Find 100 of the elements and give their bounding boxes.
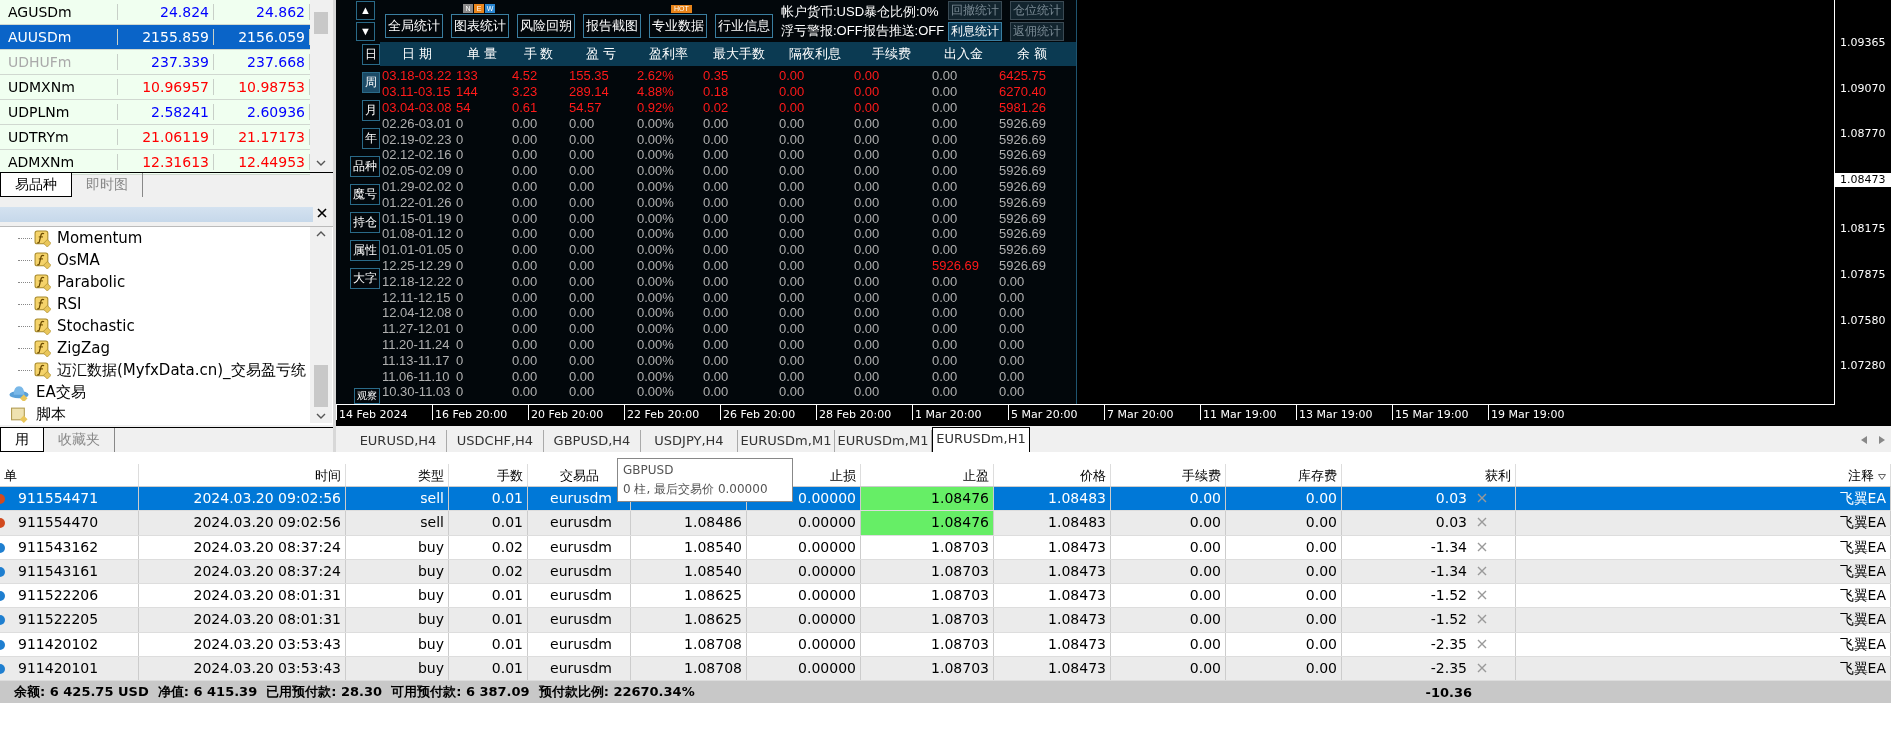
column-header[interactable]: 时间 bbox=[315, 468, 341, 483]
stats-cell-text: 01.29-02.02 bbox=[381, 178, 453, 194]
chart-tab[interactable]: EURUSDm,M1 bbox=[738, 430, 835, 452]
stats-cell-text: 0.00 bbox=[702, 384, 730, 400]
stats-button[interactable]: 图表统计 bbox=[451, 14, 509, 38]
chart-tab[interactable]: EURUSD,H4 bbox=[350, 430, 447, 452]
column-header[interactable]: 止盈 bbox=[963, 468, 989, 483]
stats-cell-text: 0.00 bbox=[931, 305, 959, 321]
panel-tab[interactable]: 易品种 bbox=[0, 173, 72, 197]
table-cell-text: buy bbox=[416, 587, 444, 604]
column-header[interactable]: 交易品 bbox=[559, 468, 599, 483]
scrollbar-thumb[interactable] bbox=[314, 365, 328, 407]
stats-cell-text: 0.00 bbox=[778, 194, 806, 210]
stats-cell-text: 0.00 bbox=[778, 84, 806, 100]
scrollbar-thumb[interactable] bbox=[314, 12, 328, 34]
panel-tab[interactable]: 用 bbox=[0, 428, 44, 452]
chevron-up-icon[interactable] bbox=[316, 231, 326, 237]
stats-cell-text: 0.00 bbox=[853, 68, 881, 84]
period-button[interactable]: 日 bbox=[362, 44, 380, 65]
column-header[interactable]: 类型 bbox=[418, 468, 444, 483]
indicator-item[interactable]: Parabolic bbox=[57, 273, 126, 291]
table-cell-text: eurusdm bbox=[549, 587, 612, 604]
total-profit: -10.36 bbox=[1424, 684, 1472, 700]
stats-cell-text: 02.12-02.16 bbox=[381, 147, 453, 163]
stats-cell-text: 5926.69 bbox=[998, 257, 1047, 273]
period-button[interactable]: 周 bbox=[362, 72, 380, 93]
indicator-item[interactable]: Momentum bbox=[57, 229, 143, 247]
stats-cell-text: 0.00 bbox=[702, 336, 730, 352]
symbol-cell[interactable]: ADMXNm bbox=[0, 154, 118, 170]
stats-button[interactable]: 风险回朔 bbox=[517, 14, 575, 38]
indicator-item[interactable]: Stochastic bbox=[57, 317, 135, 335]
indicator-item[interactable]: RSI bbox=[57, 295, 82, 313]
period-button[interactable]: 大字 bbox=[350, 268, 380, 289]
symbol-cell[interactable]: AGUSDm bbox=[0, 4, 118, 20]
stats-cell-text: 5981.26 bbox=[998, 100, 1047, 115]
stats-button[interactable]: 专业数据 bbox=[649, 14, 707, 38]
column-header[interactable]: 单 bbox=[4, 468, 17, 483]
period-button[interactable]: 月 bbox=[362, 100, 380, 121]
indicator-item[interactable]: ZigZag bbox=[57, 339, 110, 357]
period-button[interactable]: 持仓 bbox=[350, 212, 380, 233]
chart-tab[interactable]: USDJPY,H4 bbox=[641, 430, 738, 452]
stats-button[interactable]: 全局统计 bbox=[385, 14, 443, 38]
chevron-down-icon[interactable] bbox=[316, 413, 326, 419]
close-icon[interactable] bbox=[317, 208, 327, 218]
table-cell-text: 2024.03.20 08:37:24 bbox=[192, 562, 341, 579]
indicator-item[interactable]: 迈汇数据(MyfxData.cn)_交易盈亏统 bbox=[57, 360, 306, 380]
period-button[interactable]: 观察 bbox=[354, 388, 380, 404]
bid-cell: 2155.859 bbox=[118, 29, 214, 45]
stats-cell-text: 0.00 bbox=[853, 178, 881, 194]
table-cell-text: sell bbox=[419, 514, 444, 531]
stats-button[interactable]: 利息统计 bbox=[948, 22, 1003, 41]
stats-cell-text: 0.00 bbox=[702, 115, 730, 131]
chart-tab[interactable]: GBPUSD,H4 bbox=[544, 430, 641, 452]
symbol-cell[interactable]: UDPLNm bbox=[0, 104, 118, 120]
stats-cell-text: 144 bbox=[455, 84, 479, 100]
column-header[interactable]: 获利 bbox=[1485, 468, 1511, 483]
tooltip-title: GBPUSD bbox=[623, 462, 675, 479]
filter-icon[interactable] bbox=[1878, 474, 1886, 480]
column-header[interactable]: 库存费 bbox=[1298, 468, 1337, 483]
scroll-button[interactable]: ▲ bbox=[356, 1, 375, 20]
symbol-cell[interactable]: UDMXNm bbox=[0, 79, 118, 95]
stats-cell-text: 5926.69 bbox=[998, 131, 1047, 147]
time-label: 16 Feb 20:00 bbox=[432, 405, 528, 420]
indicator-item[interactable]: OsMA bbox=[57, 251, 100, 269]
stats-cell-text: 0.00% bbox=[636, 194, 675, 210]
chart-tab[interactable]: EURUSDm,H1 bbox=[932, 427, 1030, 452]
column-header[interactable]: 手续费 bbox=[1182, 468, 1221, 483]
stats-cell-text: 0.00 bbox=[702, 226, 730, 242]
navigator-folder[interactable]: EA交易 bbox=[36, 382, 86, 402]
column-header[interactable]: 价格 bbox=[1080, 468, 1106, 483]
period-button[interactable]: 年 bbox=[362, 128, 380, 149]
stats-cell-text: 0.00 bbox=[702, 305, 730, 321]
table-cell-text: 飞翼EA bbox=[1838, 538, 1886, 555]
period-button[interactable]: 品种 bbox=[350, 156, 380, 177]
period-button[interactable]: 属性 bbox=[350, 240, 380, 261]
stats-cell-text: 0.00 bbox=[853, 257, 881, 273]
stats-cell-text: 0 bbox=[455, 194, 465, 210]
column-header: 日 期 bbox=[401, 45, 433, 63]
column-header[interactable]: 注释 bbox=[1848, 468, 1874, 483]
table-cell-text: 0.01 bbox=[490, 490, 523, 506]
chart-tab[interactable]: USDCHF,H4 bbox=[447, 430, 544, 452]
stats-button[interactable]: 行业信息 bbox=[715, 14, 773, 38]
column-header[interactable]: 手数 bbox=[497, 468, 523, 483]
scroll-button[interactable]: ▼ bbox=[356, 22, 375, 41]
table-cell-text: 2024.03.20 09:02:56 bbox=[192, 490, 341, 506]
period-button[interactable]: 魔号 bbox=[350, 184, 380, 205]
stats-button[interactable]: 报告截图 bbox=[583, 14, 641, 38]
navigator-folder[interactable]: 脚本 bbox=[36, 404, 66, 424]
scroll-right-icon[interactable] bbox=[1879, 436, 1885, 444]
symbol-cell[interactable]: AUUSDm bbox=[0, 29, 118, 45]
stats-cell-text: 0.00 bbox=[853, 100, 881, 115]
symbol-cell[interactable]: UDTRYm bbox=[0, 129, 118, 145]
indicator-icon bbox=[34, 229, 51, 247]
table-cell-text: 0.00 bbox=[1188, 660, 1221, 677]
scrollbar[interactable] bbox=[310, 227, 332, 423]
chevron-down-icon[interactable] bbox=[316, 160, 326, 166]
scroll-left-icon[interactable] bbox=[1861, 436, 1867, 444]
time-label: 22 Feb 20:00 bbox=[624, 405, 720, 420]
stats-cell-text: 0.00 bbox=[702, 210, 730, 226]
column-header[interactable]: 止损 bbox=[830, 468, 856, 483]
